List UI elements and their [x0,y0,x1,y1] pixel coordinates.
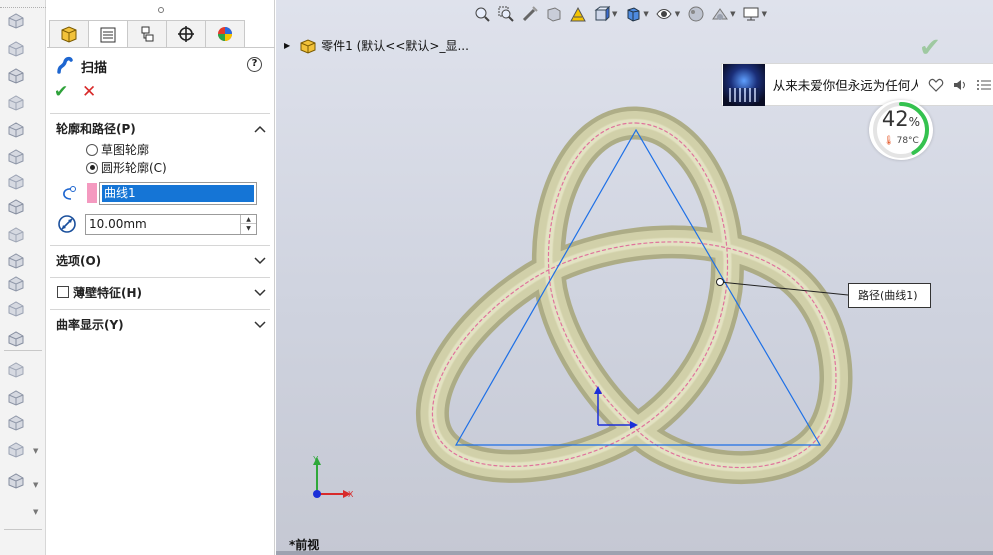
mirror-icon[interactable] [6,330,26,347]
view-settings-icon[interactable] [741,4,762,24]
feature-toolbar: ▼ ▼ ▼ [0,0,46,555]
cpu-percent: 42% [881,107,921,131]
playlist-icon[interactable] [976,77,992,93]
album-cover[interactable] [723,63,765,106]
path-selection-box[interactable]: 曲线1 [99,182,257,205]
section-view-icon[interactable] [543,4,564,24]
instant3d-icon[interactable] [6,472,26,489]
part-icon [300,38,316,54]
path-color-swatch [87,183,97,203]
toolbar-grip[interactable] [0,0,46,8]
heads-up-view-toolbar: ▼ ▼ ▼ ▼ ▼ [471,3,772,25]
chevron-down-icon[interactable]: ▼ [762,10,767,18]
spin-down-icon[interactable]: ▼ [241,224,256,233]
diameter-input[interactable]: 10.00mm ▲ ▼ [85,214,257,235]
circular-pattern-icon[interactable] [6,389,26,406]
expand-chevron-icon[interactable] [253,318,267,329]
collapse-chevron-icon[interactable] [253,123,267,133]
dome-icon[interactable] [6,300,26,317]
path-callout[interactable]: 路径(曲线1) [848,283,931,308]
zoom-to-fit-icon[interactable] [471,4,492,24]
selected-path-item[interactable]: 曲线1 [102,185,254,202]
display-manager-tab[interactable] [205,20,245,47]
diameter-icon [57,214,77,234]
x-axis-label: X [348,490,354,499]
spin-up-icon[interactable]: ▲ [241,215,256,224]
chevron-down-icon[interactable]: ▼ [643,10,648,18]
expand-caret-icon[interactable]: ▶ [284,41,290,50]
wrap-icon[interactable] [6,275,26,292]
expand-chevron-icon[interactable] [253,286,267,297]
dimxpert-tab[interactable] [166,20,206,47]
thin-feature-checkbox[interactable] [57,286,69,298]
thermometer-icon: 🌡 [883,136,895,146]
part-name[interactable]: 零件1 (默认<<默认>_显... [321,37,469,54]
radio-indicator[interactable] [86,161,98,174]
song-title: 从来未爱你但永远为任何人 [772,78,918,93]
thin-feature-group-header[interactable]: 薄壁特征(H) [73,284,142,301]
path-selection-icon [58,184,78,204]
manager-tabs [49,20,245,48]
feature-tree-flyout[interactable]: ▶ 零件1 (默认<<默认>_显... [284,37,469,54]
plane-icon[interactable] [6,173,26,190]
callout-anchor [716,278,724,286]
volume-icon[interactable] [952,77,968,93]
edit-appearance-icon[interactable] [685,4,706,24]
curves-icon[interactable] [6,441,26,458]
temperature-readout: 🌡 78°C [883,136,919,146]
music-player-notification[interactable]: 从来未爱你但永远为任何人 [721,63,993,106]
hide-show-items-icon[interactable] [654,4,675,24]
chevron-down-icon[interactable]: ▼ [33,481,38,489]
property-manager-tab[interactable] [88,20,128,48]
linear-pattern-icon[interactable] [6,361,26,378]
feature-title: 扫描 [81,61,108,76]
heart-icon[interactable] [928,77,944,93]
chamfer-icon[interactable] [6,148,26,165]
view-orientation-icon[interactable] [591,4,612,24]
feature-manager-tab[interactable] [49,20,89,47]
cancel-button[interactable]: ✕ [82,82,96,102]
y-axis-label: Y [313,455,319,464]
apply-scene-icon[interactable] [709,4,730,24]
previous-view-icon[interactable] [519,4,540,24]
sweep-tube-body [415,106,853,484]
fillet-icon[interactable] [6,121,26,138]
draft-icon[interactable] [6,252,26,269]
ok-button[interactable]: ✔ [54,82,68,102]
profile-path-group-header[interactable]: 轮廓和路径(P) [56,120,136,137]
circular-profile-radio[interactable]: 圆形轮廓(C) [86,159,167,176]
display-style-icon[interactable] [622,4,643,24]
extruded-boss-icon[interactable] [6,12,26,29]
property-manager-panel: 扫描 ? ✔ ✕ 轮廓和路径(P) 草图轮廓 圆形轮廓(C) 曲线1 10.00… [47,0,275,555]
swept-boss-icon[interactable] [6,67,26,84]
help-button[interactable]: ? [247,57,262,72]
chevron-down-icon[interactable]: ▼ [612,10,617,18]
revolved-boss-icon[interactable] [6,40,26,57]
cpu-usage-gauge[interactable]: 42% 🌡 78°C [869,100,933,160]
radio-indicator[interactable] [86,143,98,156]
chevron-down-icon[interactable]: ▼ [730,10,735,18]
sweep-icon [55,55,75,75]
view-triad [313,457,351,498]
options-group-header[interactable]: 选项(O) [56,252,101,269]
chevron-down-icon[interactable]: ▼ [675,10,680,18]
chevron-down-icon[interactable]: ▼ [33,508,38,516]
graphics-viewport[interactable]: Y X ▼ ▼ ▼ ▼ ▼ ▶ 零件1 (默认<<默认>_显... ✔ 从来未爱… [276,0,993,555]
sketch-profile-radio[interactable]: 草图轮廓 [86,141,149,158]
curvature-group-header[interactable]: 曲率显示(Y) [56,316,124,333]
dynamic-annotation-icon[interactable] [567,4,588,24]
zoom-to-area-icon[interactable] [495,4,516,24]
diameter-spinner[interactable]: ▲ ▼ [240,215,256,234]
rib-icon[interactable] [6,198,26,215]
reference-geometry-icon[interactable] [6,414,26,431]
chevron-down-icon[interactable]: ▼ [33,447,38,455]
shell-icon[interactable] [6,226,26,243]
confirmation-corner-ok-icon[interactable]: ✔ [919,33,941,63]
panel-grip[interactable] [47,0,275,20]
extruded-cut-icon[interactable] [6,94,26,111]
configuration-manager-tab[interactable] [127,20,167,47]
expand-chevron-icon[interactable] [253,254,267,265]
